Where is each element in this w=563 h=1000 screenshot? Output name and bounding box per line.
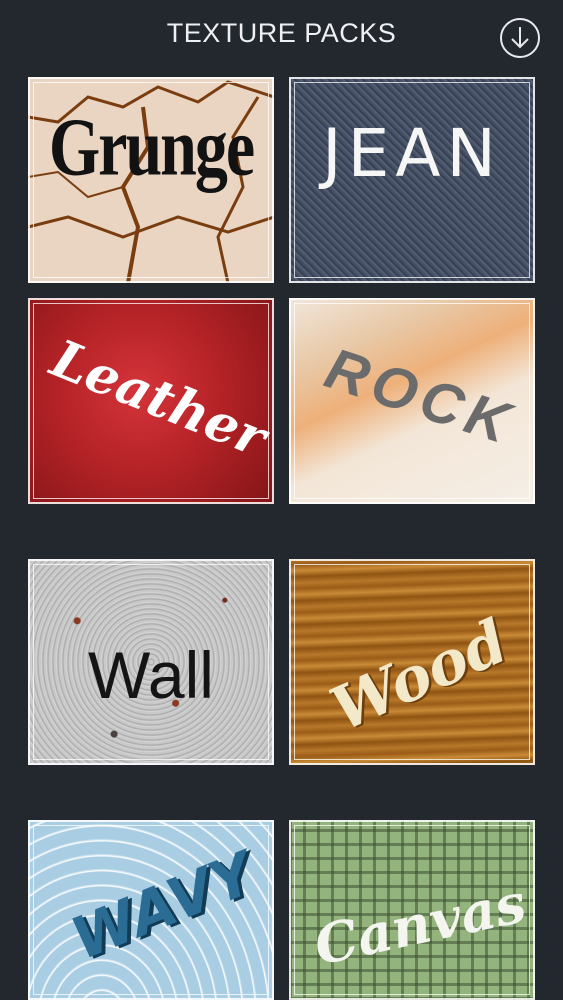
texture-pack-leather[interactable]: Leather [28, 298, 274, 504]
pack-label: ROCK [317, 335, 524, 458]
texture-pack-canvas[interactable]: Canvas [289, 820, 535, 1000]
texture-pack-wood[interactable]: Wood [289, 559, 535, 765]
texture-pack-wavy[interactable]: WAVY [28, 820, 274, 1000]
texture-pack-rock[interactable]: ROCK [289, 298, 535, 504]
pack-label: Leather [42, 327, 274, 470]
pack-label: WAVY [62, 838, 264, 974]
pack-label: Wall [88, 638, 214, 712]
pack-label: Wood [320, 606, 518, 746]
pack-label: Grunge [48, 101, 255, 193]
pack-label: Canvas [308, 870, 532, 978]
texture-pack-grid: Grunge JEAN Leather ROCK Wall Wood WAVY … [0, 0, 563, 1000]
texture-pack-jean[interactable]: JEAN [289, 77, 535, 283]
texture-pack-wall[interactable]: Wall [28, 559, 274, 765]
pack-label: JEAN [322, 115, 502, 192]
texture-pack-grunge[interactable]: Grunge [28, 77, 274, 283]
